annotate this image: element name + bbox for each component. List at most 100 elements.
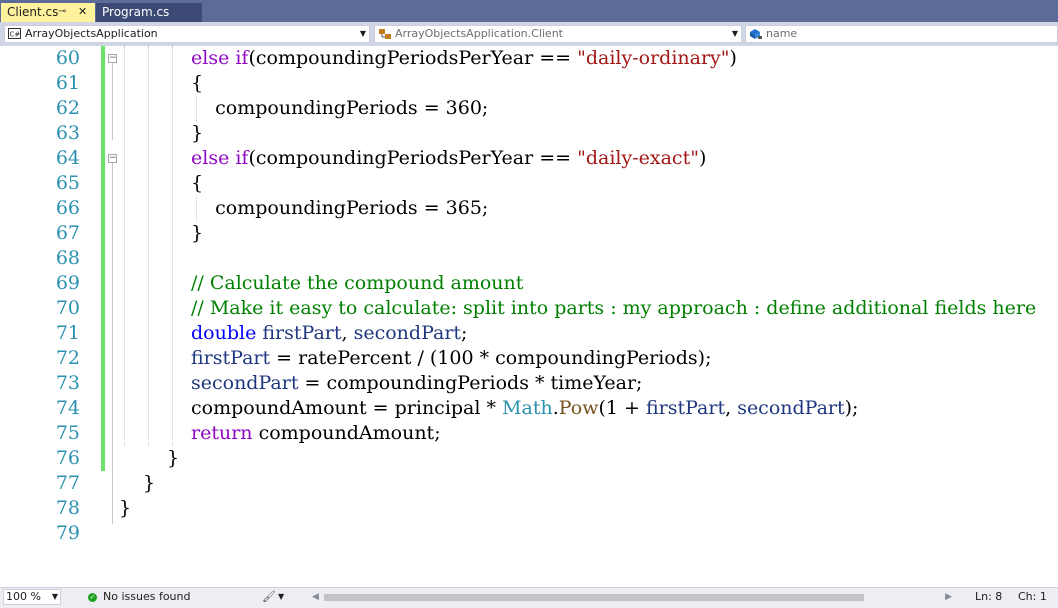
line-number: 79 — [55, 522, 80, 544]
tab-label: Program.cs — [102, 5, 170, 19]
code-line[interactable]: 78} — [0, 496, 1058, 521]
class-label: ArrayObjectsApplication.Client — [395, 27, 563, 40]
scrollbar-thumb[interactable] — [324, 594, 864, 601]
code-text: secondPart = compoundingPeriods * timeYe… — [191, 371, 642, 396]
editor-status-bar: 100 % ▼ ✓ No issues found 🖌︎ ▼ ◀ ▶ Ln: 8… — [0, 587, 1058, 608]
code-line[interactable]: 75 return compoundAmount; — [0, 421, 1058, 446]
tab-label: Client.cs — [7, 5, 59, 19]
outline-line — [112, 238, 113, 524]
code-token: firstPart — [645, 397, 726, 419]
code-line[interactable]: 72 firstPart = ratePercent / (100 * compo… — [0, 346, 1058, 371]
code-text: } — [191, 221, 203, 246]
code-token: // Calculate the compound amount — [191, 272, 524, 294]
code-token: (compoundingPeriodsPerYear == — [248, 147, 578, 169]
code-editor[interactable]: 60 else if(compoundingPeriodsPerYear == "… — [0, 46, 1058, 587]
code-token: (1 + — [598, 397, 646, 419]
code-token: } — [143, 472, 156, 494]
pin-icon[interactable]: ⊸ — [58, 3, 66, 21]
code-line[interactable]: 63} — [0, 121, 1058, 146]
navigation-bar: C# ArrayObjectsApplication ▼ ArrayObject… — [0, 22, 1058, 47]
code-line[interactable]: 74 compoundAmount = principal * Math.Pow(… — [0, 396, 1058, 421]
code-line[interactable]: 77} — [0, 471, 1058, 496]
line-number: 75 — [55, 422, 80, 444]
code-line[interactable]: 60 else if(compoundingPeriodsPerYear == "… — [0, 46, 1058, 71]
code-token: ; — [461, 322, 468, 344]
code-text: } — [191, 121, 203, 146]
code-text: // Make it easy to calculate: split into… — [191, 296, 1036, 321]
indent-guide — [148, 46, 149, 446]
project-dropdown[interactable]: C# ArrayObjectsApplication ▼ — [4, 25, 370, 43]
issues-status[interactable]: No issues found — [103, 588, 190, 606]
indent-guide — [196, 96, 197, 121]
code-token: secondPart — [191, 372, 299, 394]
line-number: 66 — [55, 197, 80, 219]
tab-program-cs[interactable]: Program.cs — [96, 3, 202, 22]
code-line[interactable]: 76} — [0, 446, 1058, 471]
code-line[interactable]: 61 { — [0, 71, 1058, 96]
code-token: return — [191, 422, 253, 444]
line-number: 78 — [55, 497, 80, 519]
code-text: { — [191, 71, 203, 96]
scroll-right-icon[interactable]: ▶ — [945, 588, 952, 606]
code-token: compoundAmount; — [252, 422, 441, 444]
line-number: 76 — [55, 447, 80, 469]
line-indicator[interactable]: Ln: 8 — [975, 588, 1002, 606]
code-token: { — [191, 172, 204, 194]
code-text: else if(compoundingPeriodsPerYear == "da… — [191, 146, 706, 171]
zoom-dropdown[interactable]: 100 % ▼ — [3, 589, 61, 605]
code-token: = ratePercent / (100 * compoundingPeriod… — [270, 347, 712, 369]
code-line[interactable]: 71 double firstPart, secondPart; — [0, 321, 1058, 346]
code-line[interactable]: 66 compoundingPeriods = 365; — [0, 196, 1058, 221]
code-line[interactable]: 73 secondPart = compoundingPeriods * time… — [0, 371, 1058, 396]
line-number: 71 — [55, 322, 80, 344]
code-cleanup-icon[interactable]: 🖌︎ — [262, 588, 276, 606]
project-label: ArrayObjectsApplication — [25, 27, 158, 40]
code-token: "daily-ordinary" — [577, 47, 730, 69]
scroll-left-icon[interactable]: ◀ — [312, 588, 319, 606]
code-text: double firstPart, secondPart; — [191, 321, 467, 346]
code-token: , — [341, 322, 354, 344]
code-line[interactable]: 65 { — [0, 171, 1058, 196]
code-line[interactable]: 68 — [0, 246, 1058, 271]
column-indicator[interactable]: Ch: 1 — [1018, 588, 1047, 606]
collapse-icon[interactable]: − — [108, 54, 117, 63]
indent-guide — [124, 46, 125, 446]
tab-client-cs[interactable]: Client.cs ⊸ ✕ — [1, 3, 95, 22]
code-line[interactable]: 70 // Make it easy to calculate: split in… — [0, 296, 1058, 321]
code-line[interactable]: 64 else if(compoundingPeriodsPerYear == "… — [0, 146, 1058, 171]
chevron-down-icon[interactable]: ▼ — [278, 588, 284, 606]
horizontal-scrollbar[interactable]: ◀ ▶ — [312, 588, 952, 606]
code-token: secondPart — [353, 322, 462, 344]
line-number: 63 — [55, 122, 80, 144]
code-text: compoundingPeriods = 365; — [191, 196, 488, 221]
line-number: 69 — [55, 272, 80, 294]
code-line[interactable]: 79 — [0, 521, 1058, 546]
code-line[interactable]: 69 // Calculate the compound amount — [0, 271, 1058, 296]
line-number: 64 — [55, 147, 80, 169]
code-line[interactable]: 62 compoundingPeriods = 360; — [0, 96, 1058, 121]
line-number: 72 — [55, 347, 80, 369]
code-token: else if — [191, 47, 249, 69]
line-number: 73 — [55, 372, 80, 394]
code-line[interactable]: 67} — [0, 221, 1058, 246]
member-dropdown[interactable]: name — [745, 25, 1058, 43]
line-number: 62 — [55, 97, 80, 119]
code-text: return compoundAmount; — [191, 421, 441, 446]
class-dropdown[interactable]: ArrayObjectsApplication.Client ▼ — [374, 25, 742, 43]
code-token: firstPart — [262, 322, 342, 344]
code-token: } — [191, 222, 204, 244]
field-icon — [749, 28, 763, 45]
code-text: { — [191, 171, 203, 196]
collapse-icon[interactable]: − — [108, 154, 117, 163]
code-token: ) — [698, 147, 707, 169]
code-text: firstPart = ratePercent / (100 * compoun… — [191, 346, 711, 371]
code-token: compoundingPeriods = 365; — [191, 197, 489, 219]
line-number: 68 — [55, 247, 80, 269]
indent-guide — [172, 46, 173, 446]
close-icon[interactable]: ✕ — [78, 3, 87, 21]
code-token: double — [191, 322, 257, 344]
code-text: } — [167, 446, 179, 471]
check-circle-icon: ✓ — [88, 593, 97, 602]
chevron-down-icon: ▼ — [51, 592, 58, 601]
code-token: secondPart — [737, 397, 845, 419]
